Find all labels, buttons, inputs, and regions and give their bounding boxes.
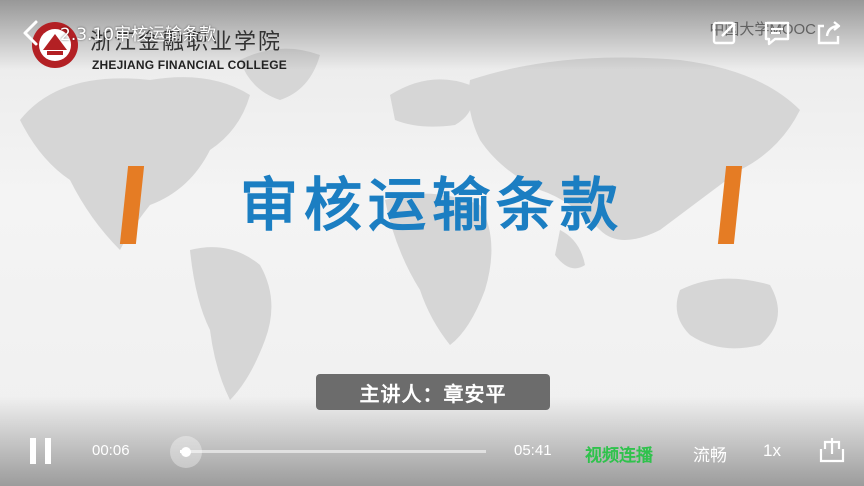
top-toolbar <box>710 18 844 48</box>
note-icon[interactable] <box>710 18 740 48</box>
college-name-en: ZHEJIANG FINANCIAL COLLEGE <box>92 58 287 72</box>
speed-selector[interactable]: 1x <box>763 441 781 461</box>
video-player[interactable]: 浙江金融职业学院 ZHEJIANG FINANCIAL COLLEGE 2.3.… <box>0 0 864 486</box>
back-arrow-icon[interactable] <box>18 18 44 48</box>
progress-handle[interactable] <box>169 436 202 468</box>
share-icon[interactable] <box>814 18 844 48</box>
quality-selector[interactable]: 流畅 <box>693 441 727 466</box>
slide-title: 审核运输条款 <box>239 171 624 239</box>
autoplay-toggle[interactable]: 视频连播 <box>585 441 653 466</box>
progress-bar[interactable] <box>180 450 486 453</box>
total-time: 05:41 <box>514 442 552 459</box>
current-time: 00:06 <box>92 442 130 459</box>
video-title: 2.3.10审核运输条款 <box>60 25 217 45</box>
speaker-caption: 主讲人：章安平 <box>316 374 550 410</box>
pause-icon[interactable] <box>30 438 52 464</box>
comment-icon[interactable] <box>762 18 792 48</box>
cast-icon[interactable] <box>818 436 846 464</box>
